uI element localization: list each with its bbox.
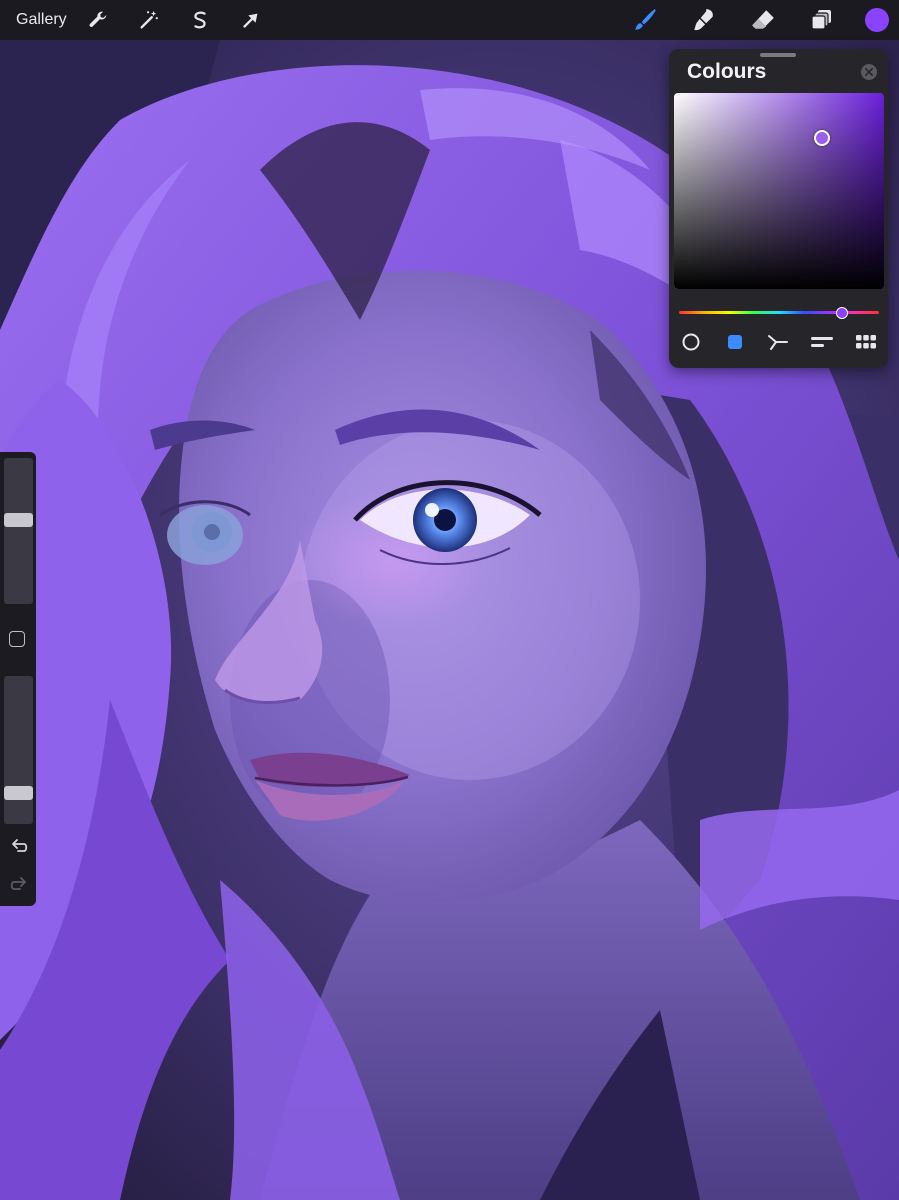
selection-button[interactable] (185, 5, 215, 35)
value-icon (811, 337, 834, 347)
close-icon (865, 68, 873, 76)
selection-s-icon (194, 11, 206, 29)
arrow-cursor-icon (243, 13, 258, 28)
tab-value[interactable] (809, 331, 835, 353)
hue-slider[interactable] (679, 311, 879, 314)
eraser-icon (752, 10, 774, 29)
eraser-tool-button[interactable] (747, 4, 779, 36)
brush-opacity-slider[interactable] (4, 676, 33, 824)
brush-icon (635, 9, 656, 30)
gallery-button[interactable]: Gallery (16, 11, 67, 29)
magic-wand-icon (140, 10, 158, 29)
right-tools (602, 0, 899, 40)
panel-grabber[interactable] (760, 53, 796, 57)
saturation-brightness-picker[interactable] (674, 93, 884, 289)
classic-icon (727, 335, 742, 349)
redo-icon[interactable] (9, 876, 29, 894)
smudge-icon (694, 9, 713, 31)
colour-picker-handle[interactable] (814, 130, 830, 146)
disc-icon (682, 333, 700, 351)
colours-title: Colours (687, 60, 767, 83)
colour-mode-tabs (669, 331, 888, 353)
harmony-icon (768, 335, 789, 350)
brush-size-slider[interactable] (4, 458, 33, 604)
tab-harmony[interactable] (765, 331, 791, 353)
transform-button[interactable] (236, 5, 266, 35)
palettes-icon (856, 335, 877, 349)
colour-swatch-button[interactable] (865, 8, 889, 32)
hue-slider-thumb[interactable] (836, 307, 848, 319)
brush-tool-button[interactable] (629, 4, 661, 36)
smudge-tool-button[interactable] (688, 4, 720, 36)
brush-opacity-thumb[interactable] (4, 785, 33, 800)
top-toolbar: Gallery (0, 0, 899, 40)
layers-button[interactable] (806, 4, 838, 36)
tab-classic[interactable] (722, 331, 748, 353)
brush-size-thumb[interactable] (4, 513, 33, 528)
close-panel-button[interactable] (861, 64, 877, 80)
layers-icon (811, 10, 831, 30)
actions-button[interactable] (83, 5, 113, 35)
undo-icon[interactable] (9, 838, 29, 856)
tab-palettes[interactable] (853, 331, 879, 353)
wrench-icon (89, 11, 106, 27)
left-sidebar (0, 452, 36, 906)
adjustments-button[interactable] (134, 5, 164, 35)
tab-disc[interactable] (678, 331, 704, 353)
modify-button[interactable] (9, 631, 25, 647)
colours-panel: Colours (669, 49, 888, 368)
